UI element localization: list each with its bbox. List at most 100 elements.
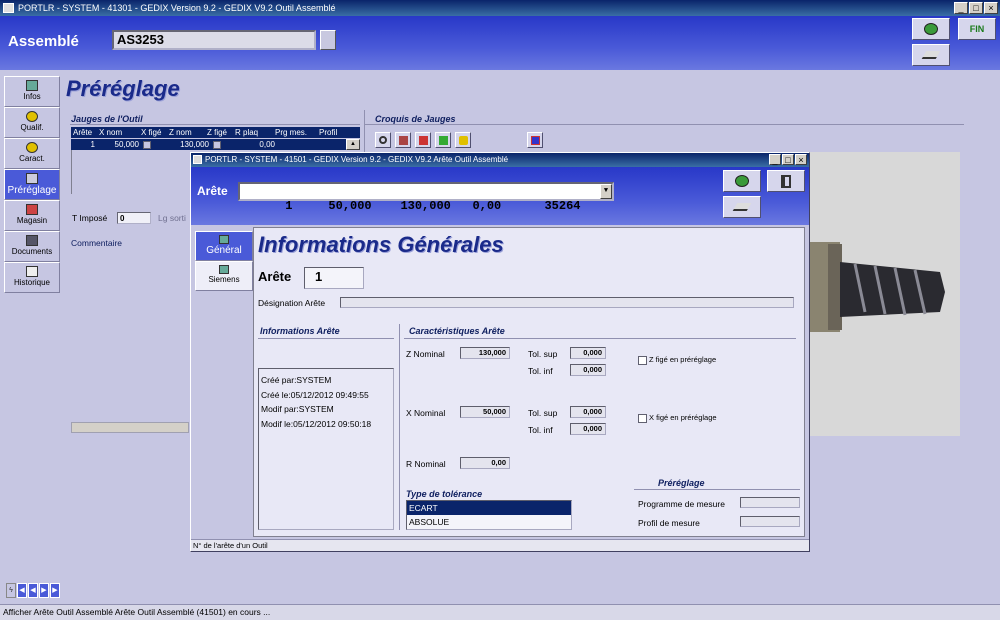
sidebar-item-historique[interactable]: Historique	[4, 262, 60, 293]
main-title-bar: PORTLR - SYSTEM - 41301 - GEDIX Version …	[0, 0, 1000, 16]
col-header: Z nom	[169, 128, 192, 137]
programme-input[interactable]	[740, 497, 800, 508]
info-lines-box: Créé par:SYSTEM Créé le:05/12/2012 09:49…	[258, 368, 394, 530]
tolerance-list[interactable]: ECART ABSOLUE	[406, 500, 572, 530]
gear-icon	[26, 142, 38, 153]
dialog-header: Arête 1 50,000 130,000 0,00 35264 ▼	[191, 167, 809, 225]
eraser-button[interactable]	[912, 44, 950, 66]
z-tol-sup-label: Tol. sup	[528, 349, 558, 359]
z-fige-checkbox[interactable]: Z figé en préréglage	[638, 355, 716, 365]
x-tol-sup-input[interactable]: 0,000	[570, 406, 606, 418]
divider	[258, 338, 394, 339]
t-impose-input[interactable]: 0	[117, 212, 151, 224]
maximize-button[interactable]: □	[969, 2, 983, 14]
gauges-table-header: Arête X nom X figé Z nom Z figé R plaq P…	[71, 127, 360, 138]
lightning-icon[interactable]: ϟ	[6, 583, 16, 598]
checkbox[interactable]	[638, 355, 647, 365]
designation-input[interactable]	[340, 297, 794, 308]
divider	[364, 124, 964, 125]
z-tol-sup-input[interactable]: 0,000	[570, 347, 606, 359]
bug-report-button[interactable]	[912, 18, 950, 40]
close-button[interactable]: ×	[795, 154, 807, 165]
zoom-button[interactable]	[375, 132, 391, 148]
table-row[interactable]: 1 50,000 130,000 0,00	[71, 139, 360, 150]
divider	[70, 124, 360, 125]
list-item[interactable]: ECART	[407, 501, 571, 515]
export-icon	[530, 135, 540, 145]
eraser-icon	[732, 203, 752, 211]
created-on: Créé le:05/12/2012 09:49:55	[261, 389, 369, 400]
prev-record-button[interactable]: ◀	[28, 583, 38, 598]
z-nominal-input[interactable]: 130,000	[460, 347, 510, 359]
delete-button[interactable]	[435, 132, 451, 148]
prereglage-title: Préréglage	[658, 478, 705, 488]
x-fige-checkbox[interactable]: X figé en préréglage	[638, 413, 717, 423]
eraser-icon	[921, 51, 941, 59]
tab-siemens[interactable]: Siemens	[195, 261, 253, 291]
sidebar-item-label: Qualif.	[20, 123, 44, 132]
maximize-button[interactable]: □	[782, 154, 794, 165]
z-tol-inf-input[interactable]: 0,000	[570, 364, 606, 376]
edit-button[interactable]	[395, 132, 411, 148]
arete-number-field[interactable]: 1	[304, 267, 364, 289]
exit-button[interactable]	[767, 170, 805, 192]
bug-icon	[735, 175, 749, 187]
next-record-button[interactable]: ▶	[39, 583, 49, 598]
chevron-down-icon[interactable]: ▼	[600, 184, 612, 199]
checkbox[interactable]	[638, 413, 647, 423]
sidebar-item-documents[interactable]: Documents	[4, 231, 60, 262]
cell-xfige[interactable]	[141, 139, 167, 150]
bug-report-button[interactable]	[723, 170, 761, 192]
cell-zfige[interactable]	[211, 139, 233, 150]
horizontal-scrollbar[interactable]	[71, 422, 189, 433]
col-header: X figé	[141, 128, 162, 137]
croquis-title: Croquis de Jauges	[375, 114, 456, 124]
section-separator	[364, 110, 365, 152]
first-record-button[interactable]: ◀	[17, 583, 27, 598]
arete-combo[interactable]: 1 50,000 130,000 0,00 35264 ▼	[238, 182, 614, 213]
x-nominal-label: X Nominal	[406, 408, 446, 418]
checkbox[interactable]	[143, 140, 151, 149]
magnifier-icon	[379, 136, 387, 144]
close-button[interactable]: ×	[984, 2, 998, 14]
section-separator	[399, 324, 400, 530]
header-bar: Assemblé AS3253 FIN	[0, 16, 1000, 70]
col-header: X nom	[99, 128, 123, 137]
fin-button[interactable]: FIN	[958, 18, 996, 40]
sidebar-item-infos[interactable]: Infos	[4, 76, 60, 107]
checkbox[interactable]	[213, 140, 221, 149]
dialog-window-controls: _ □ ×	[769, 154, 807, 165]
last-record-button[interactable]: ▶	[50, 583, 60, 598]
sidebar-item-prereglage[interactable]: Préréglage	[4, 169, 60, 200]
x-fige-label: X figé en préréglage	[649, 413, 717, 422]
sidebar-item-magasin[interactable]: Magasin	[4, 200, 60, 231]
profil-input[interactable]	[740, 516, 800, 527]
eraser-button[interactable]	[723, 196, 761, 218]
drill-bit-image	[810, 152, 960, 436]
info-section-title: Informations Arête	[260, 326, 340, 336]
sidebar-item-caract[interactable]: Caract.	[4, 138, 60, 169]
bug-icon	[924, 23, 938, 35]
minimize-button[interactable]: _	[954, 2, 968, 14]
assembly-input[interactable]: AS3253	[112, 30, 316, 50]
r-nominal-label: R Nominal	[406, 459, 446, 469]
insert-button[interactable]	[415, 132, 431, 148]
cell-xnom: 50,000	[114, 140, 139, 149]
scroll-up-button[interactable]: ▲	[346, 139, 360, 150]
tab-general[interactable]: Général	[195, 231, 253, 261]
export-button[interactable]	[527, 132, 543, 148]
lock-button[interactable]	[455, 132, 471, 148]
minimize-button[interactable]: _	[769, 154, 781, 165]
assembly-lookup-button[interactable]	[320, 30, 336, 50]
x-nominal-input[interactable]: 50,000	[460, 406, 510, 418]
sidebar-item-label: Magasin	[16, 216, 48, 225]
sidebar-item-qualif[interactable]: Qualif.	[4, 107, 60, 138]
sidebar: Infos Qualif. Caract. Préréglage Magasin…	[4, 76, 60, 293]
r-nominal-input[interactable]: 0,00	[460, 457, 510, 469]
list-item[interactable]: ABSOLUE	[407, 515, 571, 529]
programme-label: Programme de mesure	[638, 499, 725, 509]
insert-icon	[418, 135, 428, 145]
modified-by: Modif par:SYSTEM	[261, 404, 334, 414]
x-tol-inf-input[interactable]: 0,000	[570, 423, 606, 435]
dialog-title-bar: PORTLR - SYSTEM - 41501 - GEDIX Version …	[191, 153, 809, 167]
